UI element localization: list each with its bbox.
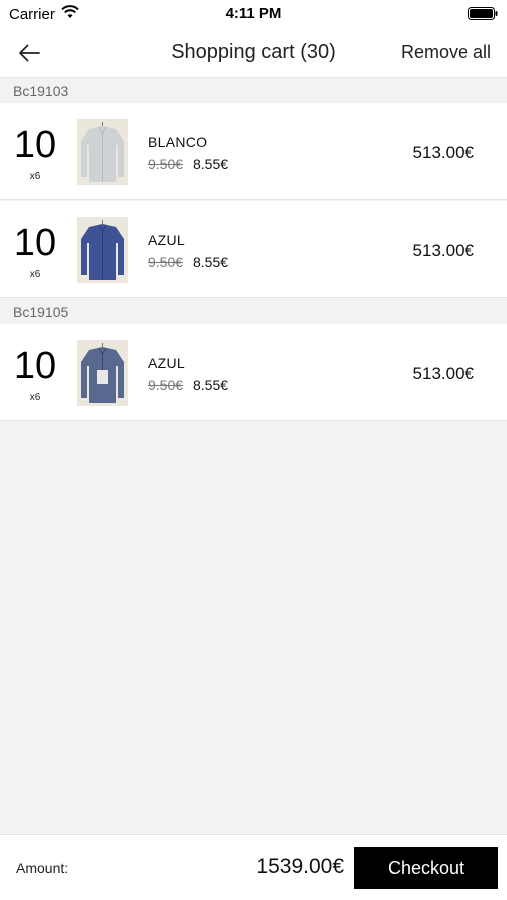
item-line-total: 513.00€ — [412, 241, 474, 260]
item-name: AZUL — [148, 232, 185, 248]
item-line-total: 513.00€ — [412, 364, 474, 383]
status-time: 4:11 PM — [225, 5, 282, 22]
battery-icon — [468, 7, 498, 20]
item-name: AZUL — [148, 355, 185, 371]
item-name: BLANCO — [148, 134, 208, 150]
item-quantity: 10 — [13, 222, 57, 264]
arrow-left-icon — [19, 44, 40, 62]
product-image — [77, 119, 128, 185]
back-button[interactable] — [12, 39, 46, 67]
item-price-old: 9.50€ — [148, 254, 184, 270]
cart-item[interactable]: 10 x6 AZUL 9.50€ 8.55€ 513.00€ — [0, 324, 507, 421]
cart-item[interactable]: 10 x6 AZUL 9.50€ 8.55€ 513.00€ — [0, 201, 507, 298]
amount-total: 1539.00€ — [256, 855, 344, 878]
item-pack-multiplier: x6 — [29, 269, 41, 280]
product-image — [77, 217, 128, 283]
checkout-bar: Amount: 1539.00€ Checkout — [0, 834, 507, 900]
checkout-button[interactable]: Checkout — [354, 847, 498, 889]
item-price-new: 8.55€ — [193, 156, 229, 172]
product-image — [77, 340, 128, 406]
remove-all-button[interactable]: Remove all — [401, 42, 491, 63]
nav-bar: Shopping cart (30) Remove all — [0, 28, 507, 78]
item-quantity: 10 — [13, 345, 57, 387]
item-pack-multiplier: x6 — [29, 171, 41, 182]
item-pack-multiplier: x6 — [29, 392, 41, 403]
item-quantity: 10 — [13, 124, 57, 166]
cart-item[interactable]: 10 x6 BLANCO 9.50€ 8.55€ 513.00€ — [0, 103, 507, 200]
item-price-old: 9.50€ — [148, 156, 184, 172]
group-header: Bc19103 — [0, 79, 507, 103]
status-bar: Carrier 4:11 PM — [0, 0, 507, 28]
item-price-new: 8.55€ — [193, 377, 229, 393]
group-header: Bc19105 — [0, 300, 507, 324]
item-price-old: 9.50€ — [148, 377, 184, 393]
amount-label: Amount: — [16, 860, 69, 876]
item-line-total: 513.00€ — [412, 143, 474, 162]
item-price-new: 8.55€ — [193, 254, 229, 270]
